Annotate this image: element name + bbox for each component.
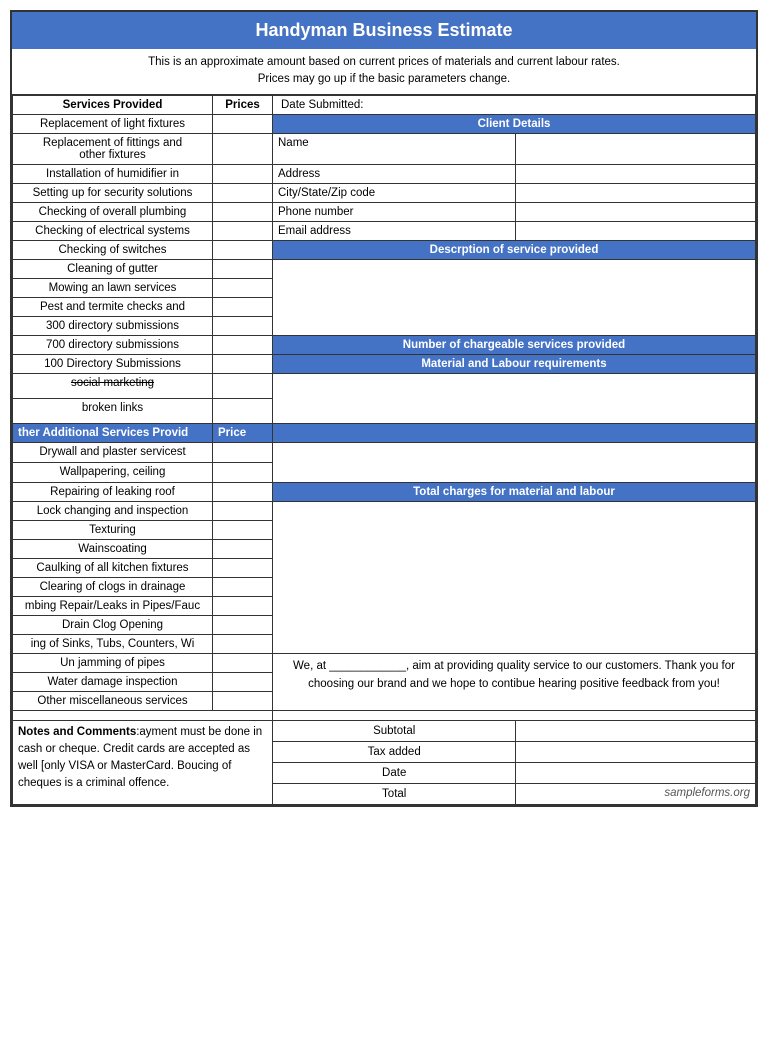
spacer-row [13, 710, 273, 720]
email-label: Email address [273, 221, 516, 240]
city-state-zip-value[interactable] [516, 183, 756, 202]
price-cell[interactable] [213, 672, 273, 691]
service-item: Setting up for security solutions [13, 183, 213, 202]
price-cell[interactable] [213, 278, 273, 297]
date-field-value[interactable] [516, 762, 756, 783]
price-cell[interactable] [213, 354, 273, 373]
material-labour-header: Material and Labour requirements [273, 354, 756, 373]
service-item: Water damage inspection [13, 672, 213, 691]
price-cell[interactable] [213, 316, 273, 335]
price-cell[interactable] [213, 462, 273, 482]
subtotal-label: Subtotal [273, 720, 516, 741]
page-title: Handyman Business Estimate [12, 12, 756, 49]
service-item: 300 directory submissions [13, 316, 213, 335]
price-cell[interactable] [213, 335, 273, 354]
service-item: Replacement of fittings andother fixture… [13, 133, 213, 164]
service-item: Checking of overall plumbing [13, 202, 213, 221]
price-cell[interactable] [213, 577, 273, 596]
service-item: 700 directory submissions [13, 335, 213, 354]
price-cell[interactable] [213, 520, 273, 539]
description-header: Descrption of service provided [273, 240, 756, 259]
service-item: Drain Clog Opening [13, 615, 213, 634]
subtotal-value[interactable] [516, 720, 756, 741]
price-cell[interactable] [213, 634, 273, 653]
service-item: Repairing of leaking roof [13, 482, 213, 501]
number-chargeable-header: Number of chargeable services provided [273, 335, 756, 354]
price-cell[interactable] [213, 259, 273, 278]
service-item: Checking of switches [13, 240, 213, 259]
description-area[interactable] [273, 259, 756, 335]
service-item: Cleaning of gutter [13, 259, 213, 278]
price-cell[interactable] [213, 482, 273, 501]
price-cell[interactable] [213, 653, 273, 672]
additional-services-header: ther Additional Services Provid [13, 423, 213, 442]
date-field-label: Date [273, 762, 516, 783]
tax-label: Tax added [273, 741, 516, 762]
name-value[interactable] [516, 133, 756, 164]
phone-value[interactable] [516, 202, 756, 221]
price-cell[interactable] [213, 373, 273, 398]
sampleforms-text: sampleforms.org [516, 783, 756, 804]
name-label: Name [273, 133, 516, 164]
price-cell[interactable] [213, 615, 273, 634]
price-cell[interactable] [213, 114, 273, 133]
total-label: Total [273, 783, 516, 804]
price-cell[interactable] [213, 164, 273, 183]
service-item: Checking of electrical systems [13, 221, 213, 240]
service-item: Replacement of light fixtures [13, 114, 213, 133]
service-item: broken links [13, 398, 213, 423]
address-value[interactable] [516, 164, 756, 183]
service-item: Wainscoating [13, 539, 213, 558]
total-charges-header: Total charges for material and labour [273, 482, 756, 501]
service-item: Drywall and plaster servicest [13, 442, 213, 462]
price-cell[interactable] [213, 297, 273, 316]
email-value[interactable] [516, 221, 756, 240]
client-details-header: Client Details [273, 114, 756, 133]
service-item: Pest and termite checks and [13, 297, 213, 316]
col-header-services: Services Provided [13, 95, 213, 114]
service-item: Wallpapering, ceiling [13, 462, 213, 482]
tax-value[interactable] [516, 741, 756, 762]
price-cell[interactable] [213, 596, 273, 615]
col-header-prices: Prices [213, 95, 273, 114]
service-item: social marketing [13, 373, 213, 398]
price-cell[interactable] [213, 221, 273, 240]
service-item: Texturing [13, 520, 213, 539]
empty-area [273, 442, 756, 482]
notes-cell: Notes and Comments:ayment must be done i… [13, 720, 273, 804]
price-cell[interactable] [213, 558, 273, 577]
service-item: Other miscellaneous services [13, 691, 213, 710]
address-label: Address [273, 164, 516, 183]
thank-you-text: We, at ____________, aim at providing qu… [273, 653, 756, 710]
service-item: Clearing of clogs in drainage [13, 577, 213, 596]
service-item: Caulking of all kitchen fixtures [13, 558, 213, 577]
price-cell[interactable] [213, 398, 273, 423]
date-submitted-label: Date Submitted: [273, 95, 756, 114]
price-cell[interactable] [213, 442, 273, 462]
service-item: Mowing an lawn services [13, 278, 213, 297]
price-cell[interactable] [213, 183, 273, 202]
price-cell[interactable] [213, 691, 273, 710]
service-item: Installation of humidifier in [13, 164, 213, 183]
price-header: Price [213, 423, 273, 442]
service-item: mbing Repair/Leaks in Pipes/Fauc [13, 596, 213, 615]
spacer-right [273, 710, 756, 720]
total-charges-area[interactable] [273, 501, 756, 653]
material-labour-area[interactable] [273, 373, 756, 423]
phone-label: Phone number [273, 202, 516, 221]
price-cell[interactable] [213, 133, 273, 164]
service-item: ing of Sinks, Tubs, Counters, Wi [13, 634, 213, 653]
price-cell[interactable] [213, 202, 273, 221]
city-state-zip-label: City/State/Zip code [273, 183, 516, 202]
price-cell[interactable] [213, 240, 273, 259]
price-cell[interactable] [213, 539, 273, 558]
price-cell[interactable] [213, 501, 273, 520]
service-item: Un jamming of pipes [13, 653, 213, 672]
disclaimer: This is an approximate amount based on c… [12, 49, 756, 95]
service-item: Lock changing and inspection [13, 501, 213, 520]
service-item: 100 Directory Submissions [13, 354, 213, 373]
